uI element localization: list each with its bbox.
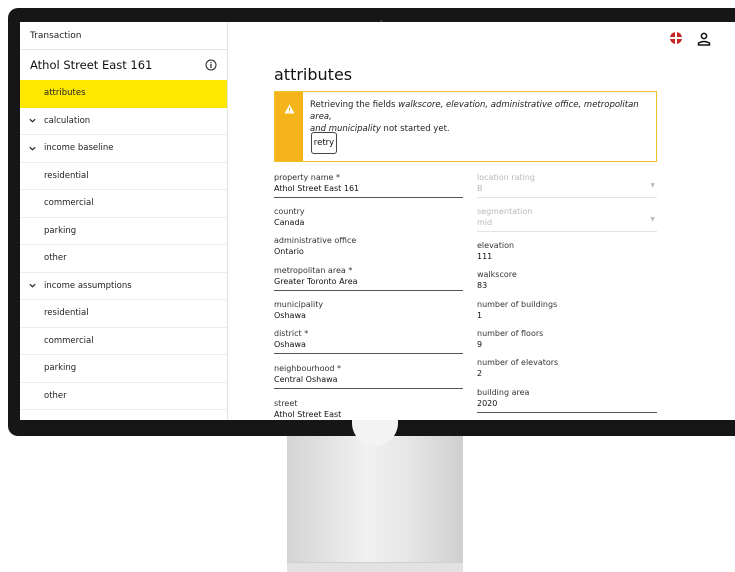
field-label: location rating	[477, 173, 535, 182]
field-value: Athol Street East	[274, 409, 342, 419]
field-label: metropolitan area *	[274, 266, 353, 275]
number-of-buildings-field: number of buildings 1	[477, 300, 657, 321]
field-value: Central Oshawa	[274, 374, 338, 384]
field-value: Oshawa	[274, 339, 306, 349]
field-label: property name *	[274, 173, 341, 182]
sidebar-item-residential[interactable]: residential	[20, 163, 227, 190]
field-value: mid	[477, 217, 493, 227]
building-area-field[interactable]: building area 2020	[477, 388, 657, 413]
sidebar-item-label: residential	[44, 308, 89, 319]
field-label: district *	[274, 329, 309, 338]
sidebar: Transaction Athol Street East 161 attrib…	[20, 22, 228, 420]
sidebar-item-label: parking	[44, 225, 77, 236]
sidebar-item-other[interactable]: other	[20, 245, 227, 273]
sidebar-item-income-assumptions[interactable]: income assumptions	[20, 273, 227, 300]
sidebar-item-label: other	[44, 390, 67, 401]
field-label: neighbourhood *	[274, 364, 342, 373]
field-value: 1	[477, 310, 483, 320]
alert-prefix: Retrieving the fields	[310, 100, 399, 110]
walkscore-field: walkscore 83	[477, 270, 657, 291]
street-field: street Athol Street East	[274, 399, 463, 420]
number-of-floors-field: number of floors 9	[477, 329, 657, 350]
field-label: administrative office	[274, 236, 357, 245]
sidebar-item-commercial[interactable]: commercial	[20, 328, 227, 355]
warning-icon	[284, 99, 295, 161]
field-value: 2020	[477, 398, 498, 408]
field-value: B	[477, 183, 483, 193]
field-label: number of buildings	[477, 300, 558, 309]
sidebar-item-label: parking	[44, 363, 77, 374]
main-content: attributes Retrieving the fields walksco…	[227, 22, 735, 420]
sidebar-item-label: income baseline	[44, 143, 114, 154]
sidebar-item-income-baseline[interactable]: income baseline	[20, 135, 227, 163]
alert-stripe	[275, 92, 303, 161]
metropolitan-area-field[interactable]: metropolitan area * Greater Toronto Area	[274, 266, 463, 291]
field-label: number of elevators	[477, 358, 559, 367]
sidebar-item-label: calculation	[44, 115, 91, 126]
elevation-field: elevation 111	[477, 241, 657, 262]
field-label: country	[274, 207, 305, 216]
sidebar-item-label: other	[44, 253, 67, 264]
retry-button[interactable]: retry	[311, 132, 337, 154]
sidebar-item-parking[interactable]: parking	[20, 218, 227, 245]
field-value: 2	[477, 368, 483, 378]
municipality-field: municipality Oshawa	[274, 300, 463, 321]
number-of-elevators-field: number of elevators 2	[477, 358, 657, 379]
sidebar-item-calculation[interactable]: calculation	[20, 108, 227, 135]
alert-suffix: not started yet.	[380, 124, 450, 134]
app-screen: Transaction Athol Street East 161 attrib…	[20, 22, 735, 420]
field-label: walkscore	[477, 270, 517, 279]
field-label: municipality	[274, 300, 324, 309]
sidebar-item-parking[interactable]: parking	[20, 355, 227, 383]
chevron-down-icon[interactable]	[20, 281, 44, 290]
neighbourhood-field[interactable]: neighbourhood * Central Oshawa	[274, 364, 463, 389]
segmentation-select: segmentation mid ▼	[477, 207, 657, 232]
sidebar-item-residential[interactable]: residential	[20, 300, 227, 328]
field-value: Canada	[274, 217, 305, 227]
field-value: 111	[477, 251, 493, 261]
field-value: 9	[477, 339, 483, 349]
page-title: attributes	[274, 65, 353, 84]
property-title-text: Athol Street East 161	[30, 58, 153, 72]
field-value: Oshawa	[274, 310, 306, 320]
info-icon[interactable]	[205, 59, 217, 71]
district-field[interactable]: district * Oshawa	[274, 329, 463, 354]
dropdown-caret-icon: ▼	[650, 215, 655, 223]
warning-alert: Retrieving the fields walkscore, elevati…	[274, 91, 657, 162]
dropdown-caret-icon: ▼	[650, 181, 655, 189]
sidebar-item-commercial[interactable]: commercial	[20, 190, 227, 218]
property-title: Athol Street East 161	[20, 50, 227, 80]
chevron-down-icon[interactable]	[20, 116, 44, 125]
field-label: building area	[477, 388, 530, 397]
field-value: Athol Street East 161	[274, 183, 360, 193]
country-field: country Canada	[274, 207, 463, 228]
monitor-stand	[287, 430, 463, 571]
field-value: Greater Toronto Area	[274, 276, 358, 286]
property-name-field[interactable]: property name * Athol Street East 161	[274, 173, 463, 198]
alert-message: Retrieving the fields walkscore, elevati…	[310, 99, 650, 135]
sidebar-item-label: income assumptions	[44, 280, 132, 291]
field-value: 83	[477, 280, 488, 290]
administrative-office-field: administrative office Ontario	[274, 236, 463, 257]
field-label: segmentation	[477, 207, 533, 216]
sidebar-nav: attributes calculation income baseline resi…	[20, 80, 227, 410]
chevron-down-icon[interactable]	[20, 144, 44, 153]
sidebar-item-label: commercial	[44, 335, 94, 346]
field-label: elevation	[477, 241, 515, 250]
sidebar-item-attributes[interactable]: attributes	[20, 80, 227, 108]
location-rating-select: location rating B ▼	[477, 173, 657, 198]
field-value: Ontario	[274, 246, 304, 256]
field-label: number of floors	[477, 329, 544, 338]
field-label: street	[274, 399, 298, 408]
sidebar-item-label: residential	[44, 170, 89, 181]
sidebar-header: Transaction	[20, 22, 227, 50]
sidebar-item-other[interactable]: other	[20, 383, 227, 410]
sidebar-item-label: attributes	[44, 88, 86, 99]
sidebar-item-label: commercial	[44, 198, 94, 209]
